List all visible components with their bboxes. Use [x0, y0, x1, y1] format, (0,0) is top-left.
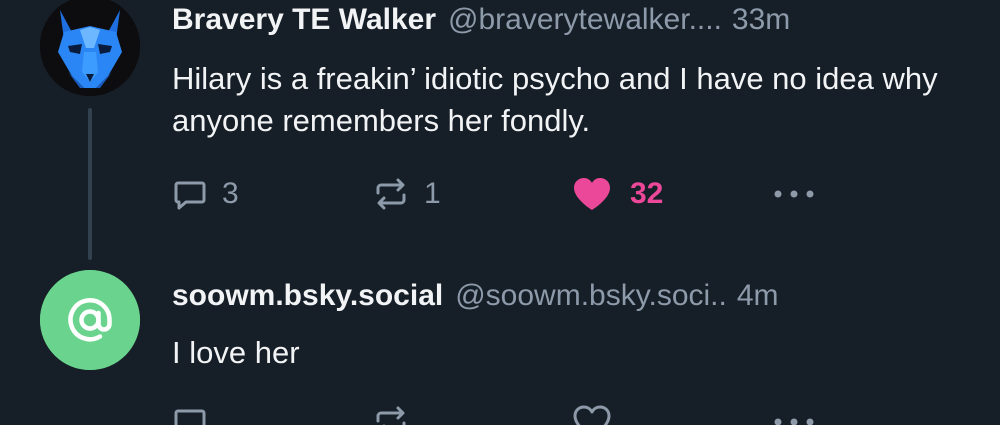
- post[interactable]: Bravery TE Walker @braverytewalker.... 3…: [0, 0, 1000, 262]
- post-text: I love her: [172, 335, 300, 370]
- blue-wolf-mask-avatar-icon: [40, 0, 140, 96]
- like-button[interactable]: [572, 398, 626, 425]
- post-thread: Bravery TE Walker @braverytewalker.... 3…: [0, 0, 1000, 425]
- post-actions: [172, 398, 1000, 425]
- handle[interactable]: @braverytewalker....: [448, 0, 722, 40]
- reply-button[interactable]: 3: [172, 170, 239, 218]
- post-header: soowm.bsky.social @soowm.bsky.soci.. 4m: [172, 276, 964, 316]
- reply-count: 3: [222, 177, 239, 210]
- reply-icon: [174, 181, 206, 210]
- more-dots-icon: [774, 190, 814, 198]
- display-name[interactable]: soowm.bsky.social: [172, 276, 443, 316]
- more-dots-icon: [774, 418, 814, 425]
- like-button[interactable]: 32: [572, 170, 663, 218]
- post-header: Bravery TE Walker @braverytewalker.... 3…: [172, 0, 964, 40]
- post-text: Hilary is a freakin’ idiotic psycho and …: [172, 61, 938, 138]
- avatar[interactable]: [40, 0, 140, 96]
- timestamp[interactable]: 33m: [732, 0, 790, 40]
- thread-connector-line: [88, 108, 92, 260]
- avatar[interactable]: [40, 270, 140, 370]
- like-count: 32: [630, 177, 664, 210]
- repost-button[interactable]: [372, 398, 424, 425]
- repost-button[interactable]: 1: [372, 170, 441, 218]
- reply-button[interactable]: [172, 398, 222, 425]
- post-actions: 3 1 32: [172, 170, 1000, 218]
- more-options-button[interactable]: [772, 398, 816, 425]
- heart-outline-icon: [573, 405, 611, 425]
- display-name[interactable]: Bravery TE Walker: [172, 0, 436, 40]
- timestamp[interactable]: 4m: [737, 276, 779, 316]
- more-options-button[interactable]: [772, 170, 816, 218]
- heart-filled-icon: [574, 178, 610, 210]
- post[interactable]: soowm.bsky.social @soowm.bsky.soci.. 4m …: [0, 262, 1000, 425]
- repost-icon: [376, 178, 406, 210]
- handle[interactable]: @soowm.bsky.soci..: [455, 276, 727, 316]
- at-sign-default-avatar-icon: [40, 270, 140, 370]
- reply-icon: [174, 409, 206, 425]
- repost-icon: [376, 406, 406, 425]
- repost-count: 1: [424, 177, 441, 210]
